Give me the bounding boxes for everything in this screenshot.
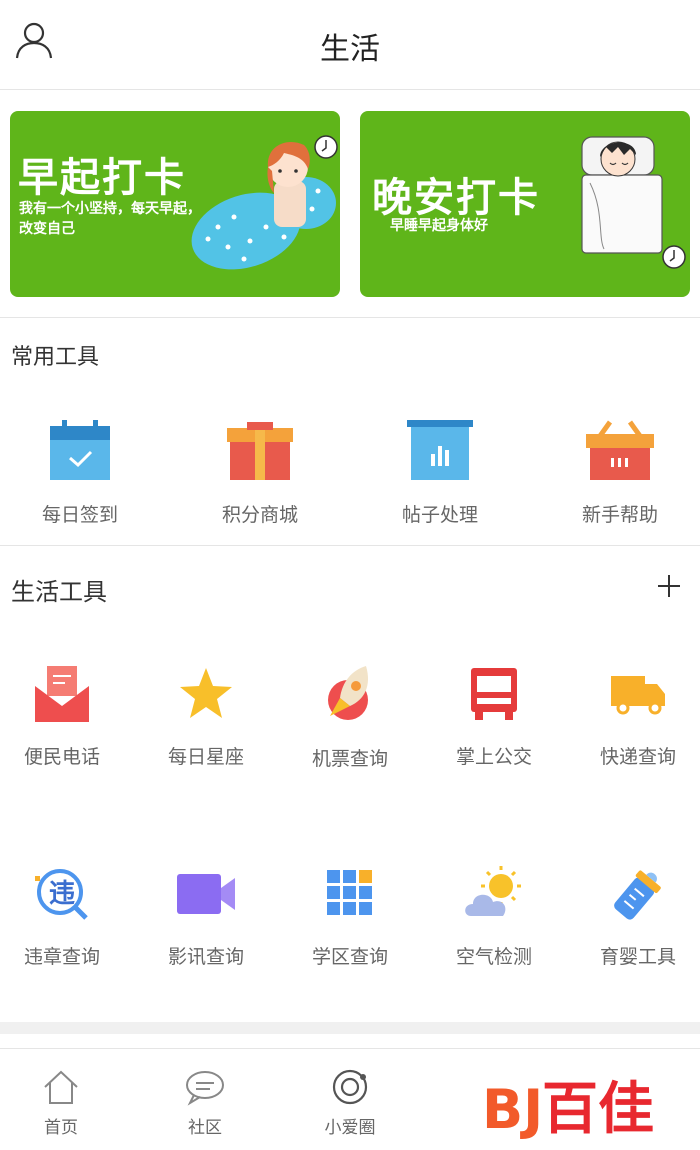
grid-icon bbox=[327, 870, 372, 915]
tool-points-mall[interactable]: 积分商城 bbox=[190, 420, 330, 527]
tool-label: 育婴工具 bbox=[599, 947, 676, 968]
boy-sleeping-illustration bbox=[581, 136, 686, 269]
tool-label: 空气检测 bbox=[455, 947, 532, 968]
banner-subtitle: 早睡早起身体好 bbox=[390, 217, 488, 233]
tool-daily-checkin[interactable]: 每日签到 bbox=[10, 420, 150, 527]
tool-label: 帖子处理 bbox=[401, 505, 478, 526]
tool-school-district[interactable]: 学区查询 bbox=[280, 864, 420, 969]
tab-label: 社区 bbox=[188, 1118, 222, 1137]
banner-night-checkin[interactable]: 晚安打卡 早睡早起身体好 bbox=[360, 111, 690, 297]
tool-label: 机票查询 bbox=[311, 749, 388, 770]
star-icon bbox=[180, 668, 232, 718]
tool-label: 学区查询 bbox=[311, 947, 388, 968]
tab-community[interactable]: 社区 bbox=[150, 1067, 260, 1138]
bus-icon bbox=[471, 668, 517, 720]
tool-label: 快递查询 bbox=[599, 747, 676, 768]
tool-traffic-violation[interactable]: 违 违章查询 bbox=[0, 864, 132, 969]
home-icon bbox=[44, 1070, 78, 1104]
svg-text:违: 违 bbox=[49, 879, 75, 909]
violation-search-icon: 违 bbox=[35, 869, 88, 920]
tool-express-tracking[interactable]: 快递查询 bbox=[568, 664, 700, 769]
svg-text:百佳: 百佳 bbox=[542, 1077, 654, 1142]
tool-beginner-help[interactable]: 新手帮助 bbox=[550, 420, 690, 527]
tab-home[interactable]: 首页 bbox=[6, 1067, 116, 1138]
svg-text:BJ: BJ bbox=[482, 1078, 543, 1141]
section-title-life-tools: 生活工具 bbox=[11, 579, 107, 606]
tab-xiaoai-circle[interactable]: 小爱圈 bbox=[295, 1067, 405, 1138]
tool-bus[interactable]: 掌上公交 bbox=[424, 664, 564, 769]
tool-convenience-phone[interactable]: 便民电话 bbox=[0, 664, 132, 769]
rocket-icon bbox=[328, 666, 369, 720]
watermark-logo: BJ 百佳 bbox=[482, 1077, 654, 1142]
banner-morning-checkin[interactable]: 早起打卡 我有一个小坚持，每天早起， 改变自己 bbox=[10, 111, 340, 297]
gift-icon bbox=[227, 422, 293, 480]
tool-label: 掌上公交 bbox=[455, 747, 532, 768]
tool-baby-care[interactable]: 育婴工具 bbox=[568, 864, 700, 969]
envelope-icon bbox=[35, 666, 89, 722]
banner-subtitle: 我有一个小坚持，每天早起， 改变自己 bbox=[19, 200, 201, 236]
banner-title: 早起打卡 bbox=[18, 156, 186, 200]
tab-label: 小爱圈 bbox=[324, 1118, 376, 1137]
tool-flight-search[interactable]: 机票查询 bbox=[280, 664, 420, 771]
add-icon[interactable] bbox=[655, 572, 683, 600]
section-spacer bbox=[0, 1022, 700, 1034]
girl-in-bed-illustration bbox=[191, 135, 338, 270]
tool-label: 新手帮助 bbox=[581, 505, 658, 526]
tool-label: 每日签到 bbox=[41, 505, 118, 526]
circle-icon bbox=[332, 1069, 368, 1105]
video-camera-icon bbox=[177, 874, 235, 914]
tool-movie-info[interactable]: 影讯查询 bbox=[136, 864, 276, 969]
calendar-check-icon bbox=[50, 420, 110, 480]
divider bbox=[0, 317, 700, 318]
tab-label: 首页 bbox=[44, 1118, 78, 1137]
section-title-common-tools: 常用工具 bbox=[11, 344, 100, 369]
top-bar: 生活 bbox=[0, 0, 700, 90]
tool-air-quality[interactable]: 空气检测 bbox=[424, 864, 564, 969]
tool-label: 便民电话 bbox=[23, 747, 100, 768]
tool-daily-horoscope[interactable]: 每日星座 bbox=[136, 664, 276, 769]
tool-label: 影讯查询 bbox=[167, 947, 244, 968]
baby-bottle-icon bbox=[614, 870, 661, 920]
truck-icon bbox=[611, 676, 665, 715]
basket-icon bbox=[586, 420, 654, 480]
tool-label: 每日星座 bbox=[167, 747, 244, 768]
chart-board-icon bbox=[407, 420, 473, 480]
tool-label: 积分商城 bbox=[221, 505, 298, 526]
chat-icon bbox=[186, 1071, 224, 1106]
weather-icon bbox=[465, 866, 521, 916]
tool-post-handling[interactable]: 帖子处理 bbox=[370, 420, 510, 527]
divider bbox=[0, 545, 700, 546]
page-title: 生活 bbox=[320, 33, 380, 66]
tool-label: 违章查询 bbox=[23, 947, 100, 968]
